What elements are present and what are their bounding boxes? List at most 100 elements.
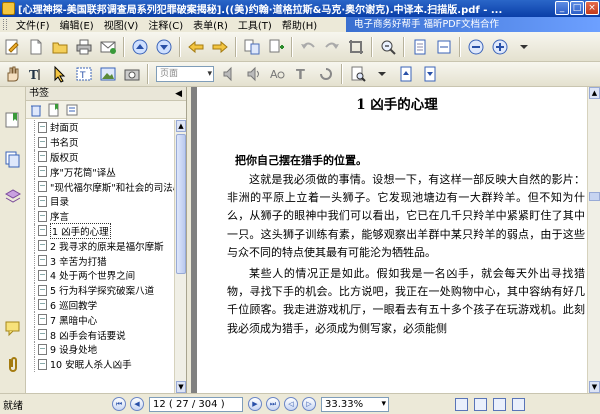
bookmark-item[interactable]: 4 处于两个世界之间: [26, 267, 174, 283]
fit-page-icon[interactable]: [410, 37, 430, 57]
ad-banner[interactable]: 电子商务好帮手 福昕PDF文档合作: [346, 17, 600, 32]
single-page-view-icon[interactable]: [455, 397, 468, 411]
facing-view-icon[interactable]: [493, 397, 506, 411]
scroll-down-arrow[interactable]: ▼: [176, 381, 186, 393]
fit-width-icon[interactable]: [434, 37, 454, 57]
text-select-icon[interactable]: T: [26, 64, 46, 84]
snapshot-icon[interactable]: T: [74, 64, 94, 84]
previous-page-icon[interactable]: ◀: [130, 397, 144, 411]
continuous-facing-view-icon[interactable]: [512, 397, 525, 411]
collapse-panel-icon[interactable]: ◀: [175, 87, 182, 101]
bookmark-item[interactable]: 10 安眠人杀人凶手: [26, 356, 174, 372]
last-page-icon[interactable]: ⏭: [266, 397, 280, 411]
layers-tab-icon[interactable]: [4, 187, 22, 205]
comments-tab-icon[interactable]: [4, 319, 22, 337]
dropdown-arrow-icon[interactable]: [372, 64, 392, 84]
camera-icon[interactable]: [122, 64, 142, 84]
forward-arrow-icon[interactable]: [210, 37, 230, 57]
bookmark-item[interactable]: 3 辛苦为打猎: [26, 253, 174, 268]
bookmark-item[interactable]: 目录: [26, 193, 174, 209]
zoom-out-icon[interactable]: [378, 37, 398, 57]
bookmark-item[interactable]: 版权页: [26, 149, 174, 165]
bookmark-item[interactable]: 1 凶手的心理: [26, 222, 174, 239]
page-number-input[interactable]: 12 ( 27 / 304 ): [149, 396, 243, 412]
scroll-up-arrow[interactable]: ▲: [589, 87, 600, 99]
close-button[interactable]: ×: [585, 1, 599, 15]
bookmark-item[interactable]: 序言: [26, 208, 174, 224]
next-page-icon[interactable]: [154, 37, 174, 57]
menu-help[interactable]: 帮助(H): [277, 17, 322, 32]
app-icon: [2, 2, 15, 15]
bookmark-item[interactable]: 6 巡回教学: [26, 297, 174, 313]
go-back-icon[interactable]: ◁: [284, 397, 298, 411]
bookmark-item[interactable]: 书名页: [26, 134, 174, 150]
page-down-icon[interactable]: [420, 64, 440, 84]
go-forward-icon[interactable]: ▷: [302, 397, 316, 411]
bookmark-item[interactable]: 2 我寻求的原来是福尔摩斯: [26, 238, 174, 254]
delete-bookmark-icon[interactable]: [29, 103, 43, 117]
minimize-button[interactable]: _: [555, 1, 569, 15]
bookmark-item[interactable]: 封面页: [26, 120, 174, 135]
page-search-icon[interactable]: [348, 64, 368, 84]
chapter-title: 1 凶手的心理: [356, 97, 438, 113]
menu-edit[interactable]: 编辑(E): [55, 17, 99, 32]
email-icon[interactable]: [98, 37, 118, 57]
zoom-out-circle-icon[interactable]: [466, 37, 486, 57]
bookmark-label: 封面页: [50, 123, 79, 135]
zoom-combo[interactable]: 页面: [156, 66, 214, 82]
menu-form[interactable]: 表单(R): [188, 17, 233, 32]
first-page-icon[interactable]: ⏮: [112, 397, 126, 411]
menu-file[interactable]: 文件(F): [11, 17, 55, 32]
select-arrow-icon[interactable]: [50, 64, 70, 84]
image-select-icon[interactable]: [98, 64, 118, 84]
text-tool-icon[interactable]: T: [292, 64, 312, 84]
bookmark-item[interactable]: 7 黑暗中心: [26, 312, 174, 328]
find-text-icon[interactable]: A: [268, 64, 288, 84]
extract-pages-icon[interactable]: [242, 37, 262, 57]
audio-icon[interactable]: [220, 64, 240, 84]
expand-bookmark-icon[interactable]: [65, 103, 79, 117]
pages-tab-icon[interactable]: [4, 150, 22, 168]
new-bookmark-icon[interactable]: [47, 103, 61, 117]
bookmark-item[interactable]: 序"万花筒"译丛: [26, 164, 174, 180]
read-aloud-icon[interactable]: [244, 64, 264, 84]
back-arrow-icon[interactable]: [186, 37, 206, 57]
maximize-button[interactable]: □: [570, 1, 584, 15]
crop-icon[interactable]: [346, 37, 366, 57]
bookmark-tab-icon[interactable]: [4, 111, 22, 129]
hand-tool-icon[interactable]: [2, 64, 22, 84]
edit-document-icon[interactable]: [2, 37, 22, 57]
scroll-thumb[interactable]: [176, 134, 186, 274]
bookmark-item[interactable]: 5 行为科学探究破案八道: [26, 282, 174, 298]
bookmark-item[interactable]: 8 凶手会有话要说: [26, 327, 174, 342]
document-scrollbar[interactable]: ▲ ▼: [587, 87, 600, 393]
menu-tools[interactable]: 工具(T): [233, 17, 277, 32]
bookmark-item[interactable]: 9 设身处地: [26, 341, 174, 357]
next-page-icon[interactable]: ▶: [248, 397, 262, 411]
document-view[interactable]: 1 凶手的心理 把你自己摆在猎手的位置。 这就是我必须做的事情。设想一下，有这样…: [191, 87, 587, 393]
zoom-level-select[interactable]: 33.33%: [321, 396, 389, 412]
zoom-in-circle-icon[interactable]: [490, 37, 510, 57]
bookmark-scrollbar[interactable]: ▲ ▼: [174, 120, 186, 393]
insert-pages-icon[interactable]: [266, 37, 286, 57]
undo-icon[interactable]: [298, 37, 318, 57]
bookmark-label: 5 行为科学探究破案八道: [50, 286, 155, 298]
page-up-icon[interactable]: [396, 64, 416, 84]
menu-view[interactable]: 视图(V): [99, 17, 144, 32]
scroll-thumb[interactable]: [589, 192, 600, 201]
rotate-icon[interactable]: [316, 64, 336, 84]
new-document-icon[interactable]: [26, 37, 46, 57]
scroll-up-arrow[interactable]: ▲: [176, 120, 186, 132]
print-icon[interactable]: [74, 37, 94, 57]
redo-icon[interactable]: [322, 37, 342, 57]
scroll-down-arrow[interactable]: ▼: [589, 381, 600, 393]
open-folder-icon[interactable]: [50, 37, 70, 57]
dropdown-arrow-icon[interactable]: [514, 37, 534, 57]
toolbar-grip[interactable]: [3, 19, 7, 30]
menu-comment[interactable]: 注释(C): [143, 17, 188, 32]
attachments-tab-icon[interactable]: [4, 355, 22, 373]
bookmark-item[interactable]: "现代福尔摩斯"和社会的司法心: [26, 179, 174, 194]
previous-page-icon[interactable]: [130, 37, 150, 57]
continuous-view-icon[interactable]: [474, 397, 487, 411]
tree-line: [34, 193, 35, 209]
